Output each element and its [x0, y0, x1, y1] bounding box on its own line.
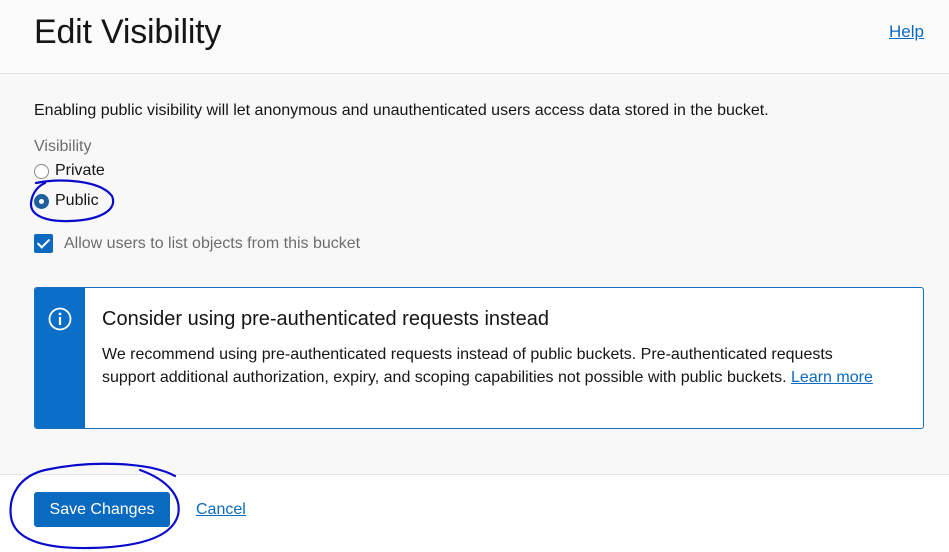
notice-accent-bar	[35, 288, 85, 428]
public-radio[interactable]	[34, 193, 49, 209]
learn-more-link[interactable]: Learn more	[791, 369, 873, 386]
allow-list-checkbox[interactable]	[34, 234, 53, 253]
notice-title: Consider using pre-authenticated request…	[102, 308, 549, 330]
public-radio-label: Public	[55, 192, 99, 209]
allow-list-option[interactable]: Allow users to list objects from this bu…	[34, 234, 360, 253]
help-link[interactable]: Help	[889, 22, 924, 42]
info-icon	[48, 307, 72, 331]
cancel-link[interactable]: Cancel	[196, 501, 246, 519]
radio-option-public[interactable]: Public	[34, 192, 99, 210]
panel-body: Enabling public visibility will let anon…	[0, 74, 949, 474]
info-notice: Consider using pre-authenticated request…	[34, 287, 924, 429]
notice-text: We recommend using pre-authenticated req…	[102, 343, 882, 389]
intro-text: Enabling public visibility will let anon…	[34, 102, 769, 119]
radio-option-private[interactable]: Private	[34, 162, 105, 180]
private-radio[interactable]	[34, 163, 49, 179]
panel-header: Edit Visibility Help	[0, 0, 949, 74]
notice-body-text: We recommend using pre-authenticated req…	[102, 346, 833, 386]
visibility-label: Visibility	[34, 138, 92, 155]
private-radio-label: Private	[55, 162, 105, 179]
allow-list-label: Allow users to list objects from this bu…	[64, 234, 361, 252]
page-title: Edit Visibility	[34, 13, 222, 51]
save-changes-button[interactable]: Save Changes	[34, 492, 170, 527]
edit-visibility-panel: Edit Visibility Help Enabling public vis…	[0, 0, 949, 552]
panel-footer: Save Changes Cancel	[0, 474, 949, 552]
